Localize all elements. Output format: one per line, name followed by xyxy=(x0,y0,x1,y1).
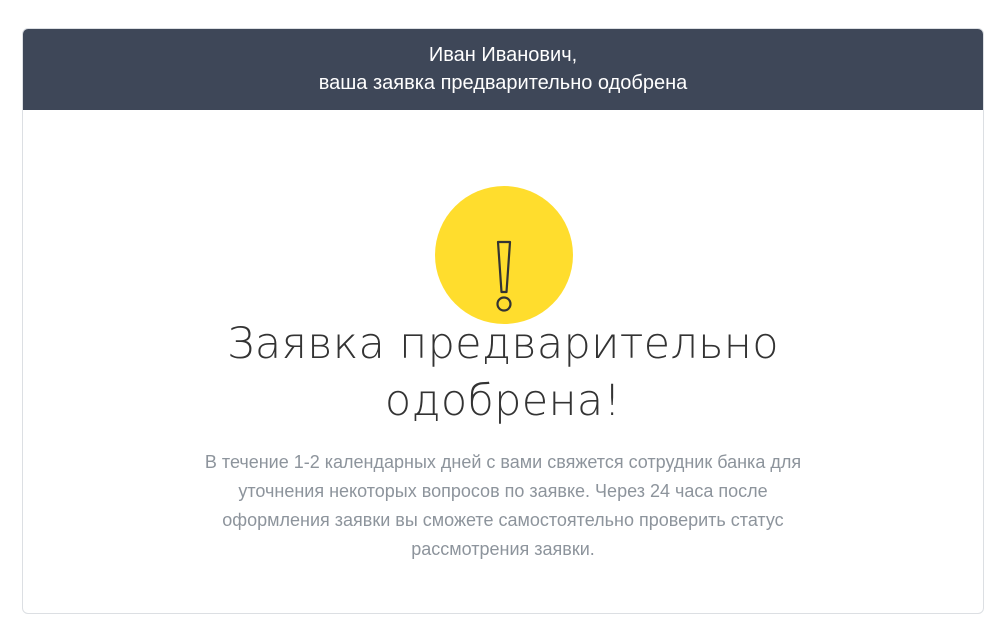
header-greeting: Иван Иванович, xyxy=(428,44,578,66)
approval-card: Иван Иванович, ваша заявка предварительн… xyxy=(22,28,984,614)
exclamation-icon xyxy=(435,186,573,324)
status-description: В течение 1-2 календарных дней с вами св… xyxy=(204,452,802,559)
page-title-line1: Заявка предварительно xyxy=(227,319,779,369)
card-header: Иван Иванович, ваша заявка предварительн… xyxy=(23,29,983,110)
page-title: Заявка предварительно одобрена! xyxy=(23,316,983,430)
header-status-text: ваша заявка предварительно одобрена xyxy=(318,72,688,94)
page-title-line2: одобрена! xyxy=(384,376,622,426)
